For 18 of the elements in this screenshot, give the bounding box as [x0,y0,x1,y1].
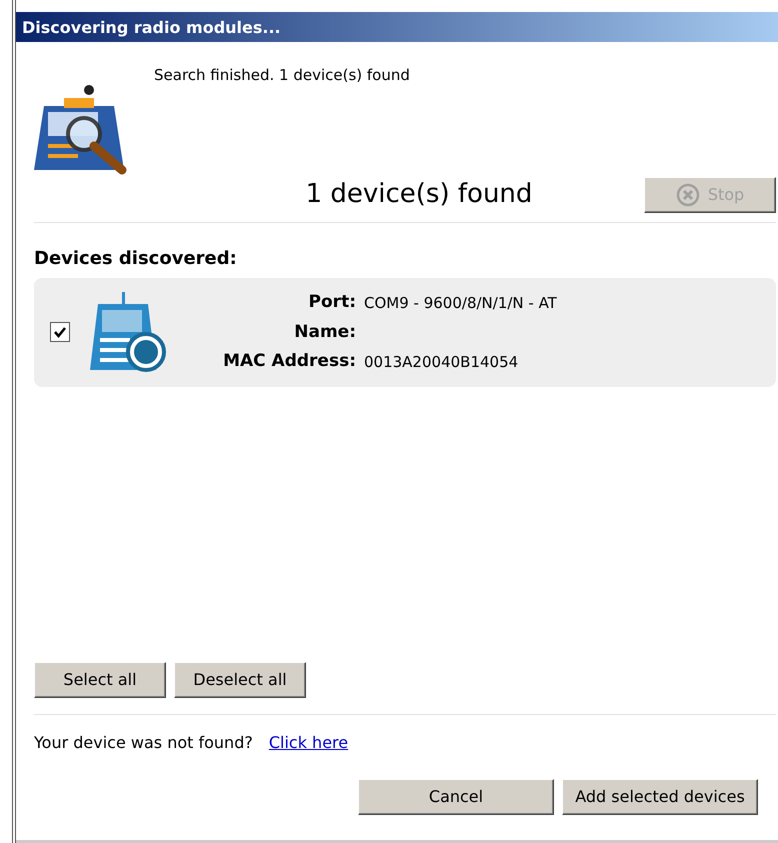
select-button[interactable]: Deselect all [174,662,306,698]
status-message: Search finished. 1 device(s) found [154,65,411,86]
not-found-text: Your device was not found? [34,732,253,754]
dialog-button[interactable]: Add selected devices [562,779,758,815]
click-here-link[interactable]: Click here [268,731,348,755]
close-icon [676,182,700,206]
select-button[interactable]: Select all [34,662,166,698]
found-count: 1 device(s) found [304,178,534,211]
field-label: Port: [308,291,356,314]
checkmark-icon [53,325,67,340]
field-label: Name: [293,320,356,344]
section-heading: Devices discovered: [34,247,238,271]
dialog-button[interactable]: Cancel [358,779,554,815]
window-title: Discovering radio modules... [16,12,778,42]
field-value: COM9 - 9600/8/N/1/N - AT [364,292,557,314]
field-label: MAC Address: [222,350,356,373]
device-checkbox[interactable] [50,322,70,342]
field-value: 0013A20040B14054 [364,352,520,372]
